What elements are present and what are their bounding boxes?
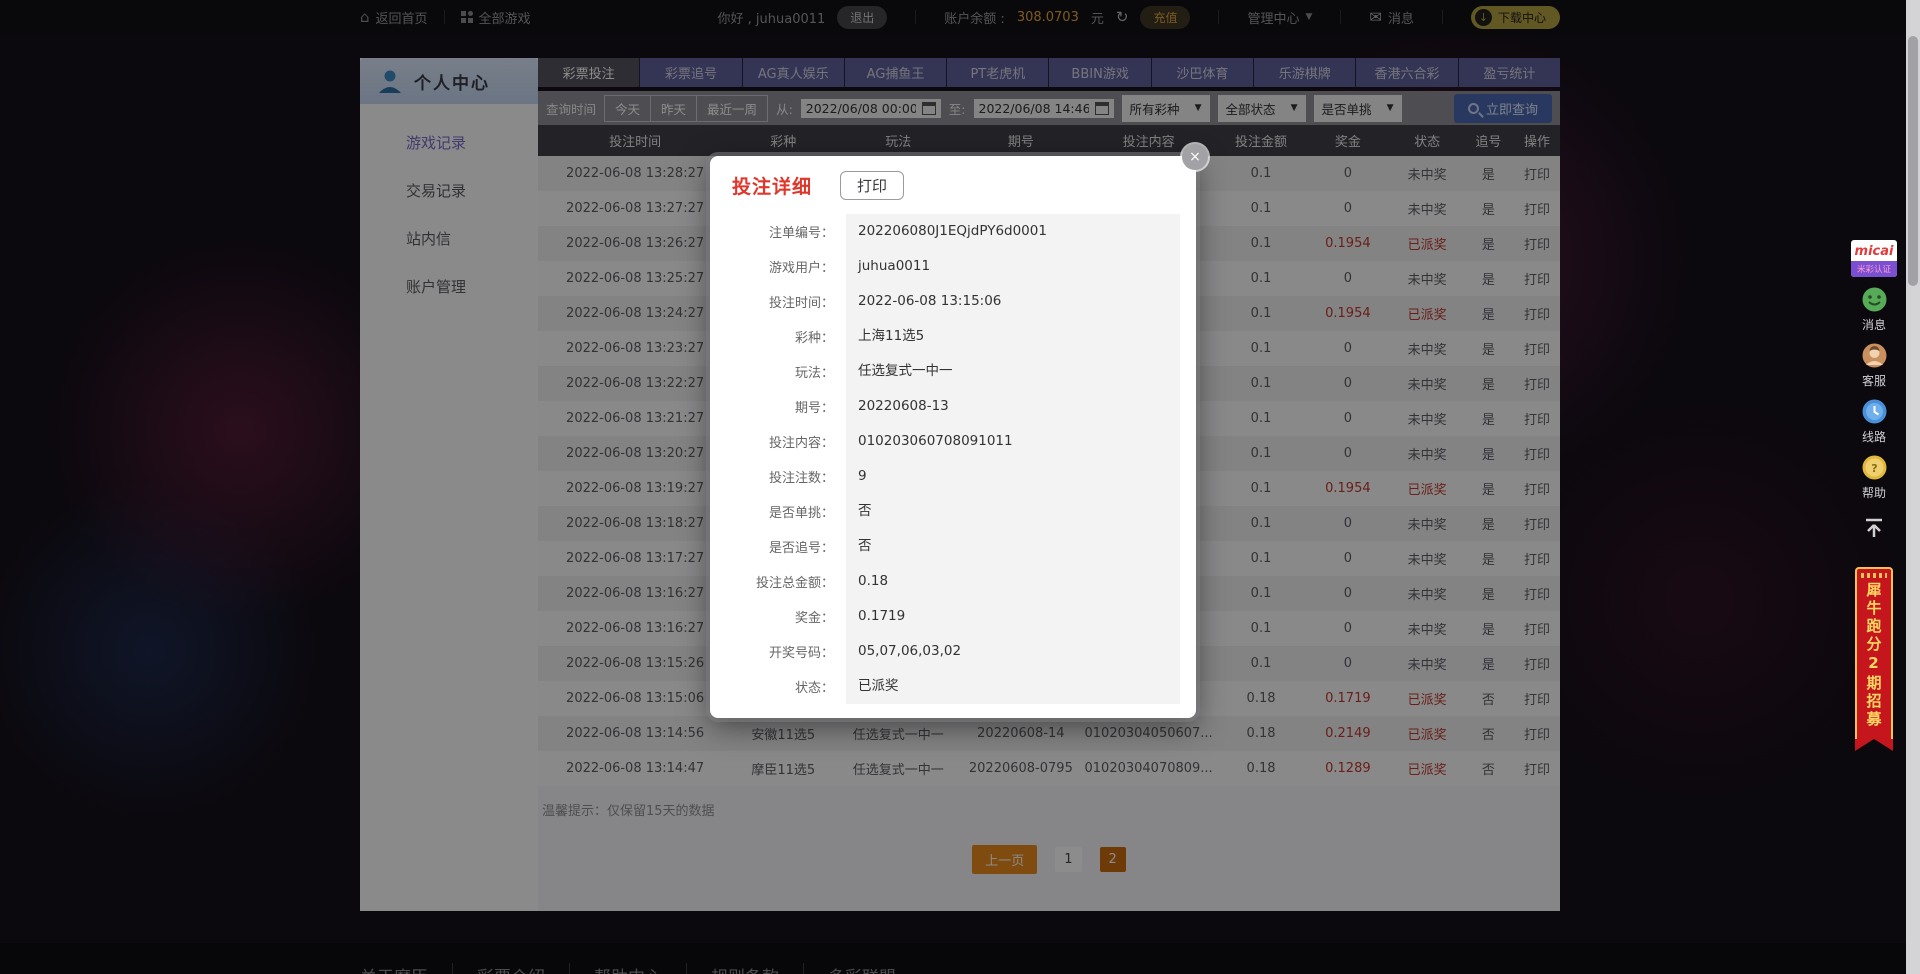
clock-icon [1862,399,1886,424]
field-label: 投注注数： [768,471,834,486]
float-messages[interactable]: 消息 [1861,286,1888,333]
float-support-label: 客服 [1861,374,1886,388]
field-label: 投注内容： [768,436,834,451]
field-label: 是否追号： [768,541,834,556]
banner-decoration [1861,573,1887,578]
print-button[interactable]: 打印 [840,171,905,200]
field-value: juhua0011 [846,249,1180,284]
float-help[interactable]: ? 帮助 [1861,454,1888,501]
field-value: 010203060708091011 [846,424,1180,459]
cert-logo: micai [1854,244,1894,259]
field-value: 任选复式一中一 [846,354,1180,389]
field-value: 0.1719 [846,599,1180,634]
field-value: 20220608-13 [846,389,1180,424]
field-value: 上海11选5 [846,319,1180,354]
scrollbar-thumb[interactable] [1908,36,1918,286]
field-value: 否 [846,529,1180,564]
modal-field-7: 投注注数： 9 [726,459,1180,494]
field-label: 投注时间： [768,296,834,311]
float-help-label: 帮助 [1861,486,1886,500]
modal-field-4: 玩法： 任选复式一中一 [726,354,1180,389]
agent-icon [1862,343,1886,368]
field-label: 是否单挑： [768,506,834,521]
modal-field-2: 投注时间： 2022-06-08 13:15:06 [726,284,1180,319]
modal-field-6: 投注内容： 010203060708091011 [726,424,1180,459]
float-lines-label: 线路 [1861,430,1886,444]
modal-field-0: 注单编号： 202206080J1EQjdPY6d0001 [726,214,1180,249]
field-value: 05,07,06,03,02 [846,634,1180,669]
field-label: 开奖号码： [768,646,834,661]
modal-field-11: 奖金： 0.1719 [726,599,1180,634]
field-value: 9 [846,459,1180,494]
bet-detail-modal: × 投注详细 打印 注单编号： 202206080J1EQjdPY6d0001 游戏… [710,144,1208,718]
field-label: 彩种： [794,331,834,346]
promo-banner[interactable]: 犀牛跑分2期招募 [1855,567,1893,751]
modal-fields: 注单编号： 202206080J1EQjdPY6d0001 游戏用户： juhua00… [726,214,1180,704]
field-label: 奖金： [794,611,834,626]
float-lines[interactable]: 线路 [1861,398,1888,445]
field-value: 否 [846,494,1180,529]
floating-sidebar: micai 米彩认证 消息 客服 线路 ? 帮助 犀牛跑分2期招募 [1850,240,1898,751]
close-icon[interactable]: × [1182,144,1208,170]
modal-field-10: 投注总金额： 0.18 [726,564,1180,599]
modal-field-13: 状态： 已派奖 [726,669,1180,704]
float-support[interactable]: 客服 [1861,342,1888,389]
float-messages-label: 消息 [1861,318,1886,332]
field-value: 已派奖 [846,669,1180,704]
back-to-top-button[interactable] [1862,516,1886,544]
svg-text:?: ? [1871,462,1877,475]
promo-banner-text: 犀牛跑分2期招募 [1864,582,1883,729]
field-label: 投注总金额： [755,576,834,591]
modal-field-3: 彩种： 上海11选5 [726,319,1180,354]
cert-label: 米彩认证 [1851,261,1897,277]
field-label: 注单编号： [768,226,834,241]
field-value: 202206080J1EQjdPY6d0001 [846,214,1180,249]
field-value: 0.18 [846,564,1180,599]
smiley-icon [1862,287,1886,312]
field-label: 玩法： [794,366,834,381]
field-label: 状态： [794,681,834,696]
modal-header: 投注详细 打印 [710,156,1196,210]
modal-field-12: 开奖号码： 05,07,06,03,02 [726,634,1180,669]
field-label: 期号： [794,401,834,416]
modal-field-1: 游戏用户： juhua0011 [726,249,1180,284]
field-value: 2022-06-08 13:15:06 [846,284,1180,319]
modal-title: 投注详细 [732,176,813,198]
arrow-up-icon [1866,518,1882,537]
scrollbar-track[interactable] [1906,0,1920,974]
modal-field-9: 是否追号： 否 [726,529,1180,564]
field-label: 游戏用户： [768,261,834,276]
modal-field-8: 是否单挑： 否 [726,494,1180,529]
modal-field-5: 期号： 20220608-13 [726,389,1180,424]
cert-badge[interactable]: micai 米彩认证 [1851,240,1897,277]
help-coin-icon: ? [1862,455,1886,480]
